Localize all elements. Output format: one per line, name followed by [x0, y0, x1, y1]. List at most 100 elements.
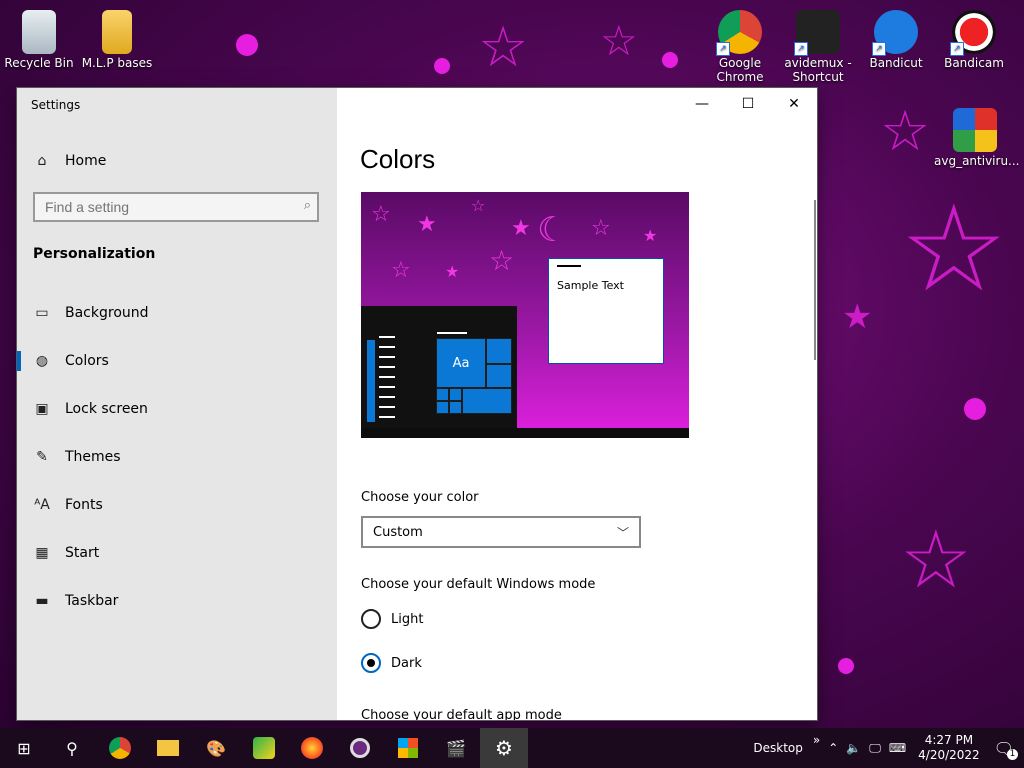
- close-button[interactable]: ✕: [771, 88, 817, 120]
- page-title: Colors: [360, 144, 436, 174]
- settings-nav-pane: Settings ⌂ Home ⌕ Personalization ▭ Back…: [17, 88, 337, 720]
- color-preview: ☆ ★ ☆ ★ ☾ ☆ ★ ☆ ★ ☆ Sample Text Aa: [361, 192, 689, 438]
- search-box[interactable]: ⌕: [33, 192, 319, 222]
- shortcut-arrow-icon: ↗: [950, 42, 964, 56]
- network-icon[interactable]: 🖵: [869, 741, 881, 756]
- brush-icon: ✎: [36, 449, 48, 465]
- gear-icon: ⚙: [495, 736, 513, 760]
- clock-date: 4/20/2022: [918, 748, 980, 762]
- search-icon: ⌕: [303, 198, 311, 213]
- settings-window: Settings ⌂ Home ⌕ Personalization ▭ Back…: [17, 88, 817, 720]
- taskbar-settings[interactable]: ⚙: [480, 728, 528, 768]
- taskbar: ⊞ ⚲ 🎨 🎬 ⚙ Desktop » ⌃ 🔈 🖵 ⌨ 4:27 PM 4/20…: [0, 728, 1024, 768]
- radio-dark[interactable]: Dark: [361, 652, 561, 674]
- preview-app-icons: [367, 340, 375, 422]
- search-input[interactable]: [35, 194, 295, 220]
- star-decoration: ☆: [371, 202, 391, 227]
- star-decoration: ☆: [880, 99, 931, 164]
- desktop-icon-label: M.L.P bases: [81, 56, 153, 70]
- nav-item-start[interactable]: ▦ Start: [17, 533, 337, 573]
- taskbar-file-explorer[interactable]: [144, 728, 192, 768]
- dot-decoration: [434, 58, 450, 74]
- star-decoration: ★: [842, 297, 873, 337]
- windows-mode-label: Choose your default Windows mode: [361, 577, 596, 592]
- taskbar-chrome[interactable]: [96, 728, 144, 768]
- nav-item-label: Themes: [65, 449, 121, 465]
- desktop-icon-label: Recycle Bin: [4, 56, 74, 70]
- search-icon: ⚲: [66, 738, 78, 758]
- taskbar-icon: ▬: [35, 593, 49, 609]
- shortcut-arrow-icon: ↗: [872, 42, 886, 56]
- preview-tile: [449, 388, 462, 401]
- volume-icon[interactable]: 🔈: [846, 741, 861, 755]
- desktop-icon-mlp-bases[interactable]: M.L.P bases: [79, 10, 155, 70]
- start-button[interactable]: ⊞: [0, 728, 48, 768]
- notifications-button[interactable]: 🗨 1: [994, 739, 1018, 760]
- star-decoration: ★: [511, 216, 531, 241]
- nav-item-background[interactable]: ▭ Background: [17, 293, 337, 333]
- star-decoration: ☆: [900, 513, 972, 606]
- windows-logo-icon: ⊞: [17, 738, 31, 758]
- taskbar-store[interactable]: [384, 728, 432, 768]
- star-decoration: ☆: [478, 15, 529, 80]
- dot-decoration: [236, 34, 258, 56]
- radio-circle: [361, 653, 381, 673]
- taskbar-avidemux[interactable]: 🎬: [432, 728, 480, 768]
- radio-label: Dark: [391, 655, 422, 671]
- preview-tile: [436, 401, 449, 414]
- preview-tile: [449, 401, 462, 414]
- nav-item-fonts[interactable]: ᴬA Fonts: [17, 485, 337, 525]
- desktop-icon-bandicam[interactable]: ↗ Bandicam: [936, 10, 1012, 70]
- preview-start-menu: Aa: [361, 306, 517, 428]
- keyboard-icon[interactable]: ⌨: [889, 741, 906, 755]
- nav-item-lock-screen[interactable]: ▣ Lock screen: [17, 389, 337, 429]
- desktop-icon-google-chrome[interactable]: ↗ Google Chrome: [702, 10, 778, 84]
- preview-tile: [462, 388, 512, 414]
- desktop-icon-avidemux[interactable]: ↗ avidemux - Shortcut: [780, 10, 856, 84]
- sample-title-bar: [557, 265, 581, 267]
- chevron-down-icon: ﹀: [616, 526, 629, 540]
- desktop-icon-bandicut[interactable]: ↗ Bandicut: [858, 10, 934, 70]
- minimize-button[interactable]: —: [679, 88, 725, 120]
- nav-item-themes[interactable]: ✎ Themes: [17, 437, 337, 477]
- system-tray: Desktop » ⌃ 🔈 🖵 ⌨ 4:27 PM 4/20/2022 🗨 1: [753, 728, 1024, 768]
- star-decoration: ☆: [591, 216, 611, 241]
- clapperboard-icon: ↗: [794, 10, 840, 56]
- desktop-toolbar-label[interactable]: Desktop: [753, 741, 803, 755]
- search-button[interactable]: ⚲: [48, 728, 96, 768]
- taskbar-app-green[interactable]: [240, 728, 288, 768]
- star-decoration: ★: [445, 262, 460, 281]
- dot-decoration: [662, 52, 678, 68]
- desktop-icon-recycle-bin[interactable]: Recycle Bin: [1, 10, 77, 70]
- firefox-icon: [301, 737, 323, 759]
- preview-tile: [486, 338, 512, 364]
- scrollbar[interactable]: [814, 200, 816, 360]
- nav-item-taskbar[interactable]: ▬ Taskbar: [17, 581, 337, 621]
- desktop-icon-avg-antivirus[interactable]: avg_antiviru...: [934, 108, 1020, 168]
- desktop-icon-label: Bandicam: [944, 56, 1004, 70]
- nav-home[interactable]: ⌂ Home: [17, 141, 337, 181]
- toolbar-overflow-icon[interactable]: »: [813, 733, 820, 747]
- nav-item-colors[interactable]: ◍ Colors: [17, 341, 337, 381]
- taskbar-paint[interactable]: 🎨: [192, 728, 240, 768]
- chevron-up-icon[interactable]: ⌃: [828, 741, 838, 755]
- folder-icon: [157, 740, 179, 756]
- radio-circle: [361, 609, 381, 629]
- start-tiles-icon: ▦: [35, 545, 49, 561]
- clock[interactable]: 4:27 PM 4/20/2022: [918, 733, 980, 763]
- radio-light[interactable]: Light: [361, 608, 561, 630]
- nav-item-label: Lock screen: [65, 401, 148, 417]
- clock-time: 4:27 PM: [924, 733, 974, 747]
- star-decoration: ★: [417, 212, 437, 237]
- app-mode-label: Choose your default app mode: [361, 708, 562, 720]
- color-mode-dropdown[interactable]: Custom ﹀: [361, 516, 641, 548]
- star-decoration: ☆: [391, 258, 411, 283]
- desktop-icon-label: avidemux - Shortcut: [784, 56, 852, 84]
- maximize-button[interactable]: ☐: [725, 88, 771, 120]
- lens-icon: [350, 738, 370, 758]
- bandicut-icon: ↗: [872, 10, 918, 56]
- radio-label: Light: [391, 611, 424, 627]
- desktop-icon-label: Bandicut: [869, 56, 923, 70]
- taskbar-firefox[interactable]: [288, 728, 336, 768]
- taskbar-camera-app[interactable]: [336, 728, 384, 768]
